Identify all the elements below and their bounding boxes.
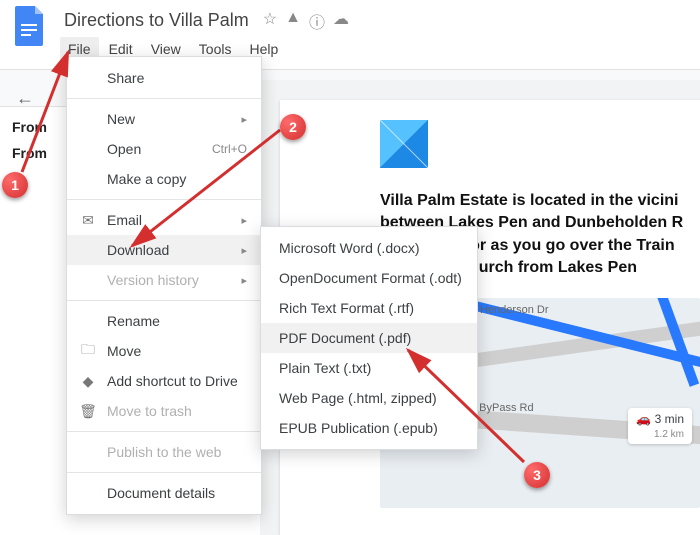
menu-version-history[interactable]: Version history▸ xyxy=(67,265,261,295)
gmail-icon: ✉ xyxy=(79,212,97,229)
download-pdf[interactable]: PDF Document (.pdf) xyxy=(261,323,477,353)
info-icon[interactable]: ⓘ xyxy=(309,9,325,33)
star-icon[interactable]: ☆ xyxy=(263,9,277,33)
download-rtf[interactable]: Rich Text Format (.rtf) xyxy=(261,293,477,323)
shortcut-label: Ctrl+O xyxy=(212,142,247,156)
menu-make-copy[interactable]: Make a copy xyxy=(67,164,261,194)
drive-icon[interactable]: ▲ xyxy=(285,9,301,33)
menu-move-trash[interactable]: 🗑Move to trash xyxy=(67,396,261,426)
download-odt[interactable]: OpenDocument Format (.odt) xyxy=(261,263,477,293)
map-travel-badge: 🚗 3 min 1.2 km xyxy=(628,408,692,444)
menu-email[interactable]: ✉Email▸ xyxy=(67,205,261,235)
menu-add-shortcut[interactable]: ◆Add shortcut to Drive xyxy=(67,366,261,396)
drive-shortcut-icon: ◆ xyxy=(79,373,97,390)
document-title[interactable]: Directions to Villa Palm xyxy=(60,8,253,33)
chevron-right-icon: ▸ xyxy=(241,214,247,227)
menu-move[interactable]: 🗀Move xyxy=(67,336,261,366)
download-epub[interactable]: EPUB Publication (.epub) xyxy=(261,413,477,443)
page-logo-icon xyxy=(380,120,428,168)
file-dropdown-menu: Share New▸ OpenCtrl+O Make a copy ✉Email… xyxy=(66,56,262,515)
download-submenu: Microsoft Word (.docx) OpenDocument Form… xyxy=(260,226,478,450)
menu-download[interactable]: Download▸ xyxy=(67,235,261,265)
map-road-label-1: Henderson Dr xyxy=(480,304,548,316)
chevron-right-icon: ▸ xyxy=(241,244,247,257)
download-html[interactable]: Web Page (.html, zipped) xyxy=(261,383,477,413)
outline-panel: ← From From xyxy=(0,76,50,183)
menu-new[interactable]: New▸ xyxy=(67,104,261,134)
map-road-label-2: n ByPass Rd xyxy=(470,402,534,414)
annotation-callout-1: 1 xyxy=(2,172,28,198)
map-travel-time: 3 min xyxy=(655,412,684,426)
annotation-callout-3: 3 xyxy=(524,462,550,488)
back-arrow-icon[interactable]: ← xyxy=(16,88,42,109)
title-icons: ☆ ▲ ⓘ ☁ xyxy=(263,9,349,33)
menu-document-details[interactable]: Document details xyxy=(67,478,261,508)
docs-logo[interactable] xyxy=(12,8,48,44)
annotation-callout-2: 2 xyxy=(280,114,306,140)
menu-rename[interactable]: Rename xyxy=(67,306,261,336)
download-docx[interactable]: Microsoft Word (.docx) xyxy=(261,233,477,263)
menu-share[interactable]: Share xyxy=(67,63,261,93)
menu-open[interactable]: OpenCtrl+O xyxy=(67,134,261,164)
outline-item-1[interactable]: From xyxy=(12,119,38,135)
trash-icon: 🗑 xyxy=(79,403,97,420)
chevron-right-icon: ▸ xyxy=(241,113,247,126)
cloud-icon[interactable]: ☁ xyxy=(333,9,349,33)
menu-publish[interactable]: Publish to the web xyxy=(67,437,261,467)
chevron-right-icon: ▸ xyxy=(241,274,247,287)
folder-icon: 🗀 xyxy=(79,339,97,363)
title-area: Directions to Villa Palm ☆ ▲ ⓘ ☁ File Ed… xyxy=(60,8,688,61)
map-travel-distance: 1.2 km xyxy=(654,429,684,440)
download-txt[interactable]: Plain Text (.txt) xyxy=(261,353,477,383)
outline-item-2[interactable]: From xyxy=(12,145,38,161)
